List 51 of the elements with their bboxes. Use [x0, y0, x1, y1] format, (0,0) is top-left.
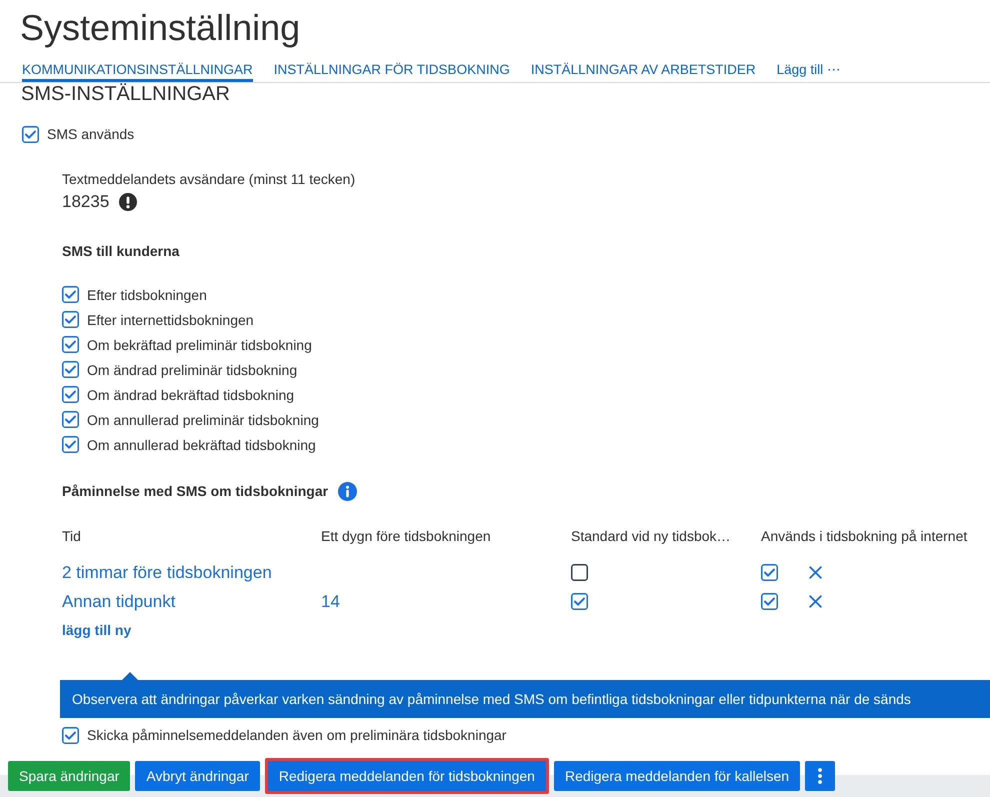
checkbox[interactable] — [22, 126, 39, 142]
action-button[interactable]: Redigera meddelanden för kallelsen — [554, 761, 800, 791]
checkbox[interactable] — [62, 386, 79, 403]
tab[interactable]: KOMMUNIKATIONSINSTÄLLNINGAR — [22, 50, 253, 82]
subheading: SMS till kunderna — [62, 242, 180, 260]
save-button[interactable]: Spara ändringar — [8, 761, 130, 791]
action-button[interactable]: Avbryt ändringar — [135, 761, 260, 791]
checkbox-label: Efter internettidsbokningen — [87, 310, 254, 328]
checkbox[interactable] — [62, 286, 79, 303]
vertical-dots-icon — [818, 768, 822, 784]
sender-value: 18235 — [62, 191, 110, 213]
tab[interactable]: INSTÄLLNINGAR AV ARBETSTIDER — [530, 50, 756, 82]
checkbox[interactable] — [571, 593, 588, 610]
field-label: Textmeddelandets avsändare (minst 11 tecken) — [62, 170, 356, 188]
time-link[interactable]: Annan tidpunkt — [62, 590, 176, 612]
column-header: Ett dygn före tidsbokningen — [321, 527, 491, 545]
time-link[interactable]: 2 timmar före tidsbokningen — [62, 562, 272, 584]
checkbox-label: Om bekräftad preliminär tidsbokning — [87, 336, 312, 354]
checkbox-label: SMS används — [47, 125, 134, 143]
checkbox-label: Skicka påminnelsemeddelanden även om preliminära tidsbokningar — [87, 726, 506, 744]
checkbox-label: Om ändrad bekräftad tidsbokning — [87, 386, 294, 404]
checkbox[interactable] — [62, 726, 79, 744]
page-title: Systeminställning — [20, 6, 300, 50]
checkbox-label: Om ändrad preliminär tidsbokning — [87, 360, 298, 378]
checkbox[interactable] — [62, 361, 79, 378]
section-heading: SMS-INSTÄLLNINGAR — [21, 83, 230, 105]
checkbox[interactable] — [571, 564, 588, 581]
column-header: Används i tidsbokning på internet — [761, 527, 968, 545]
action-button[interactable]: Redigera meddelanden för tidsbokningen — [264, 758, 549, 794]
checkbox[interactable] — [62, 411, 79, 428]
checkbox[interactable] — [761, 564, 778, 581]
close-icon[interactable] — [809, 566, 822, 579]
checkbox-label: Om annullerad bekräftad tidsbokning — [87, 436, 316, 454]
subheading: Påminnelse med SMS om tidsbokningar — [62, 482, 328, 500]
checkbox[interactable] — [62, 436, 79, 453]
checkbox-label: Efter tidsbokningen — [87, 286, 207, 304]
checkbox-label: Om annullerad preliminär tidsbokning — [87, 410, 319, 428]
checkbox[interactable] — [62, 311, 79, 328]
close-icon[interactable] — [809, 595, 822, 608]
notice-text: Observera att ändringar påverkar varken sändning av påminnelse med SMS om befintliga tidsbokningar eller tidpunkterna när de sänds — [72, 690, 911, 708]
tab[interactable]: INSTÄLLNINGAR FÖR TIDSBOKNING — [274, 50, 510, 82]
column-header: Tid — [62, 527, 81, 545]
more-button[interactable] — [805, 761, 836, 791]
tab[interactable]: Lägg till ⋯ — [776, 50, 841, 82]
info-icon[interactable] — [338, 482, 358, 500]
checkbox[interactable] — [62, 336, 79, 353]
value-link[interactable]: 14 — [321, 590, 340, 612]
add-link[interactable]: lägg till ny — [62, 621, 132, 639]
checkbox[interactable] — [761, 593, 778, 610]
exclamation-icon — [119, 193, 138, 211]
column-header: Standard vid ny tidsbok… — [571, 527, 731, 545]
